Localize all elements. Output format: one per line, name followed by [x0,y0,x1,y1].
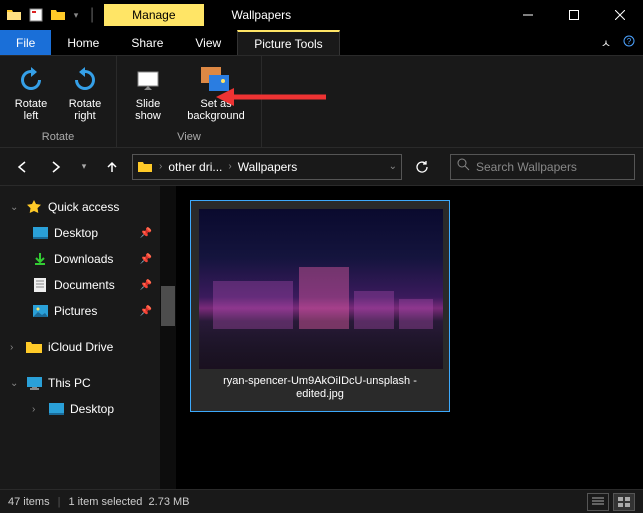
pin-icon: 📌 [140,228,152,239]
file-list[interactable]: ryan-spencer-Um9AkOiIDcU-unsplash - edit… [176,186,643,489]
refresh-button[interactable] [408,153,436,181]
annotation-arrow [216,82,326,112]
sidebar-item-documents[interactable]: Documents 📌 [0,272,160,298]
rotate-left-icon [15,64,47,96]
thumbnail-image [199,209,443,369]
minimize-button[interactable] [505,0,551,30]
tab-home[interactable]: Home [51,30,115,55]
up-button[interactable] [98,153,126,181]
recent-locations-button[interactable]: ▾ [76,153,92,181]
sidebar-label: Documents [54,278,115,292]
quick-access-toolbar: ▾ [0,5,86,25]
pin-icon: 📌 [140,280,152,291]
search-input[interactable] [476,160,628,174]
chevron-right-icon[interactable]: › [159,161,162,172]
history-dropdown-icon[interactable]: ⌄ [389,161,397,172]
status-item-count: 47 items [8,496,50,508]
title-bar: ▾ | Manage Wallpapers [0,0,643,30]
slideshow-button[interactable]: Slide show [123,60,173,122]
sidebar-label: This PC [48,376,91,390]
sidebar-scrollbar[interactable] [160,186,176,489]
ribbon-group-rotate: Rotate left Rotate right Rotate [0,56,117,147]
pin-icon: 📌 [140,306,152,317]
ribbon-tabs: File Home Share View Picture Tools ㅅ ? [0,30,643,56]
thumbnails-view-button[interactable] [613,493,635,511]
sidebar-label: Desktop [54,226,98,240]
breadcrumb-segment[interactable]: Wallpapers [238,160,298,174]
maximize-button[interactable] [551,0,597,30]
sidebar-label: Pictures [54,304,97,318]
separator: | [90,6,94,24]
context-tab-manage[interactable]: Manage [104,4,203,26]
breadcrumb-segment[interactable]: other dri... [168,160,222,174]
file-name-label: ryan-spencer-Um9AkOiIDcU-unsplash - edit… [199,369,441,403]
sidebar-item-desktop[interactable]: Desktop 📌 [0,220,160,246]
status-size: 2.73 MB [149,496,190,508]
window-title: Wallpapers [232,8,292,22]
status-selection: 1 item selected [68,496,142,508]
search-icon [457,158,470,176]
sidebar-quick-access[interactable]: ⌄ Quick access [0,194,160,220]
folder-icon[interactable] [4,5,24,25]
documents-icon [32,277,48,293]
help-icon[interactable]: ? [623,34,635,52]
close-button[interactable] [597,0,643,30]
status-bar: 47 items | 1 item selected 2.73 MB [0,489,643,513]
sidebar-label: Desktop [70,402,114,416]
sidebar-label: Quick access [48,200,119,214]
desktop-icon [32,225,48,241]
chevron-down-icon[interactable]: ⌄ [10,378,20,389]
sidebar-item-pictures[interactable]: Pictures 📌 [0,298,160,324]
sidebar-icloud-drive[interactable]: › iCloud Drive [0,334,160,360]
downloads-icon [32,251,48,267]
file-item-selected[interactable]: ryan-spencer-Um9AkOiIDcU-unsplash - edit… [190,200,450,412]
svg-text:?: ? [627,37,632,46]
qat-dropdown-icon[interactable]: ▾ [70,5,82,25]
chevron-right-icon[interactable]: › [10,342,20,353]
pin-icon: 📌 [140,254,152,265]
chevron-down-icon[interactable]: ⌄ [10,202,20,213]
rotate-left-button[interactable]: Rotate left [6,60,56,122]
chevron-right-icon[interactable]: › [32,404,42,415]
folder-icon [26,339,42,355]
window-controls [505,0,643,30]
tab-picture-tools[interactable]: Picture Tools [237,30,339,55]
sidebar-item-downloads[interactable]: Downloads 📌 [0,246,160,272]
forward-button[interactable] [42,153,70,181]
ribbon: Rotate left Rotate right Rotate Slide sh… [0,56,643,148]
star-icon [26,199,42,215]
search-box[interactable] [450,154,635,180]
rotate-right-icon [69,64,101,96]
ribbon-group-label: Rotate [42,131,74,147]
explorer-body: ⌄ Quick access Desktop 📌 Downloads 📌 Doc… [0,186,643,489]
this-pc-icon [26,375,42,391]
scrollbar-thumb[interactable] [161,286,175,326]
sidebar-item-desktop-pc[interactable]: › Desktop [0,396,160,422]
tab-share[interactable]: Share [115,30,179,55]
tab-view[interactable]: View [179,30,237,55]
slideshow-icon [132,64,164,96]
chevron-right-icon[interactable]: › [228,161,231,172]
back-button[interactable] [8,153,36,181]
rotate-right-button[interactable]: Rotate right [60,60,110,122]
file-tab[interactable]: File [0,30,51,55]
ribbon-collapse-icon[interactable]: ㅅ [601,35,611,51]
ribbon-group-label: View [177,131,201,147]
sidebar-label: Downloads [54,252,113,266]
sidebar-label: iCloud Drive [48,340,113,354]
details-view-button[interactable] [587,493,609,511]
address-bar: ▾ › other dri... › Wallpapers ⌄ [0,148,643,186]
folder-icon [137,159,153,175]
breadcrumb[interactable]: › other dri... › Wallpapers ⌄ [132,154,402,180]
new-folder-icon[interactable] [48,5,68,25]
pictures-icon [32,303,48,319]
properties-icon[interactable] [26,5,46,25]
desktop-icon [48,401,64,417]
navigation-pane: ⌄ Quick access Desktop 📌 Downloads 📌 Doc… [0,186,160,489]
sidebar-this-pc[interactable]: ⌄ This PC [0,370,160,396]
